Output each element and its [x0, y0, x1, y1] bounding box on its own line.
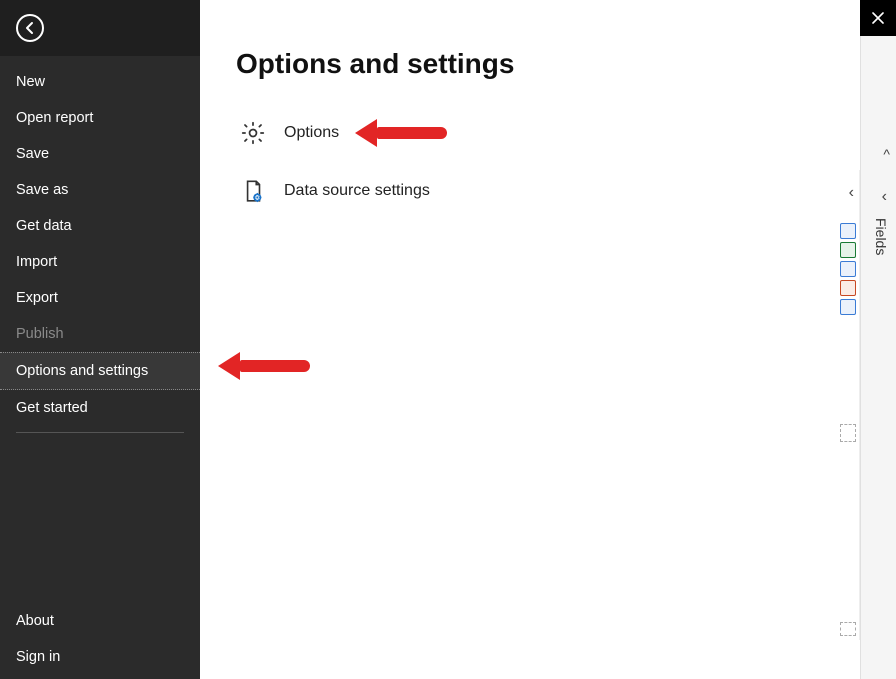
document-gear-icon: [240, 178, 266, 204]
file-menu-list: New Open report Save Save as Get data Im…: [0, 56, 200, 439]
sidebar-header: [0, 0, 200, 56]
menu-item-save[interactable]: Save: [0, 136, 200, 172]
option-label: Data source settings: [284, 182, 430, 200]
menu-item-publish: Publish: [0, 316, 200, 352]
menu-item-sign-in[interactable]: Sign in: [0, 639, 200, 675]
viz-icon: [840, 299, 856, 315]
sidebar-bottom: About Sign in: [0, 603, 200, 679]
viz-icon: [840, 242, 856, 258]
menu-separator: [16, 432, 184, 433]
menu-item-get-data[interactable]: Get data: [0, 208, 200, 244]
menu-item-about[interactable]: About: [0, 603, 200, 639]
arrow-left-icon: [23, 21, 37, 35]
menu-item-get-started[interactable]: Get started: [0, 390, 200, 426]
chevron-up-icon[interactable]: ^: [883, 146, 890, 162]
viz-icon: [840, 280, 856, 296]
drop-placeholder: [840, 424, 856, 442]
close-icon: [872, 12, 884, 24]
menu-item-export[interactable]: Export: [0, 280, 200, 316]
viz-icon: [840, 223, 856, 239]
page-title: Options and settings: [236, 48, 824, 80]
drop-placeholder: [840, 622, 856, 636]
viz-icon: [840, 261, 856, 277]
back-button[interactable]: [16, 14, 44, 42]
main-panel: Options and settings Options Data source…: [200, 0, 860, 679]
menu-item-open-report[interactable]: Open report: [0, 100, 200, 136]
file-menu-sidebar: New Open report Save Save as Get data Im…: [0, 0, 200, 679]
gear-icon: [240, 120, 266, 146]
chevron-left-icon[interactable]: ‹: [882, 188, 887, 206]
chevron-left-icon[interactable]: ‹: [849, 184, 854, 202]
menu-item-options-and-settings[interactable]: Options and settings: [0, 352, 200, 390]
visualizations-pane-collapsed[interactable]: ‹: [836, 170, 860, 640]
menu-item-save-as[interactable]: Save as: [0, 172, 200, 208]
menu-item-new[interactable]: New: [0, 64, 200, 100]
fields-pane-label: Fields: [873, 218, 889, 255]
close-button[interactable]: [860, 0, 896, 36]
fields-pane-collapsed[interactable]: ^ ‹ Fields: [860, 0, 896, 679]
menu-item-import[interactable]: Import: [0, 244, 200, 280]
option-row-options[interactable]: Options: [236, 110, 824, 156]
option-label: Options: [284, 124, 339, 142]
option-row-data-source-settings[interactable]: Data source settings: [236, 168, 824, 214]
